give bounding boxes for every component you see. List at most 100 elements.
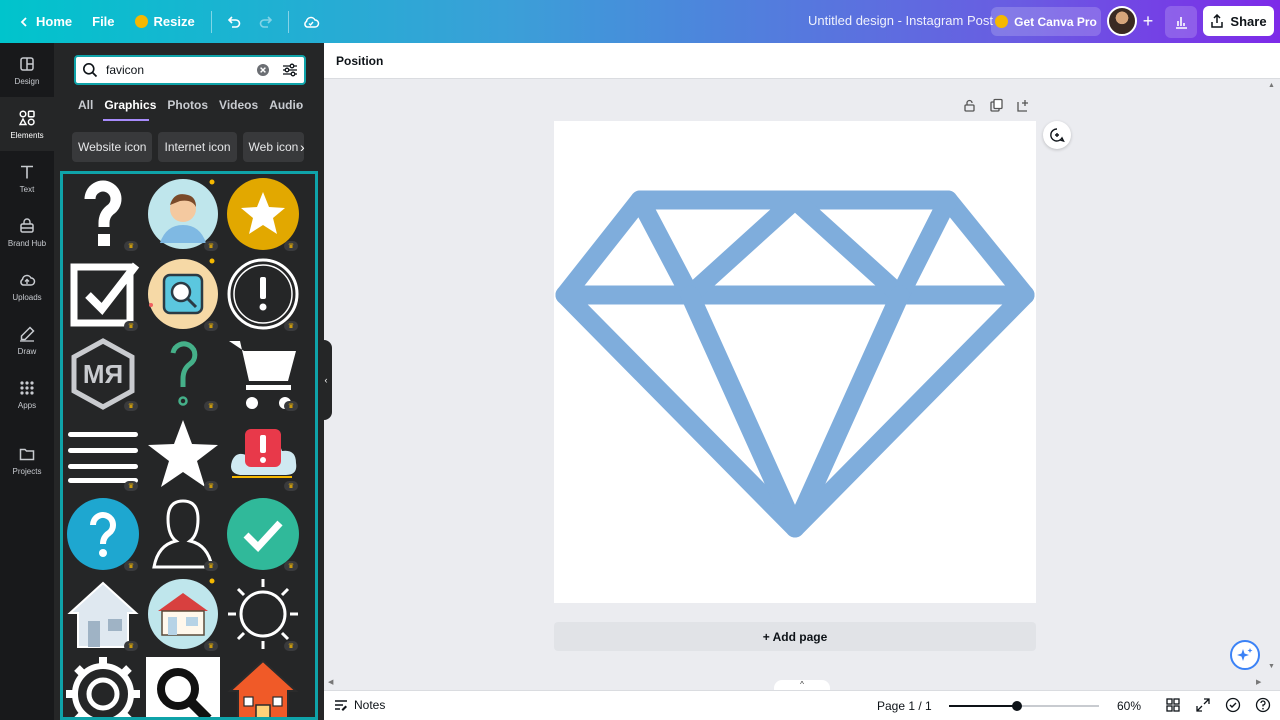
white-star-graphic[interactable]	[146, 417, 220, 491]
help-icon[interactable]	[1255, 697, 1271, 713]
rail-label: Brand Hub	[7, 238, 47, 248]
comment-add-button[interactable]	[1043, 121, 1071, 149]
alert-cloud-graphic[interactable]	[226, 417, 300, 491]
get-pro-label: Get Canva Pro	[1014, 14, 1097, 29]
search-icon-graphic[interactable]	[146, 657, 220, 717]
tab-videos[interactable]: Videos	[219, 98, 258, 112]
crown-icon: ♛	[284, 321, 298, 331]
scroll-up-arrow[interactable]: ▲	[1268, 82, 1275, 89]
tab-photos[interactable]: Photos	[167, 98, 208, 112]
green-check-graphic[interactable]	[226, 497, 300, 571]
chip-internet-icon[interactable]: Internet icon	[158, 132, 237, 162]
rail-item-projects[interactable]: Projects	[0, 433, 54, 487]
monogram-mr-graphic[interactable]: MЯ	[66, 337, 140, 411]
clear-icon[interactable]	[256, 63, 270, 77]
cloud-save-button[interactable]	[295, 6, 327, 38]
question-mark-graphic[interactable]	[66, 177, 140, 251]
toolbar-divider	[210, 10, 212, 33]
brand-hub-icon	[20, 217, 34, 233]
gear-graphic[interactable]	[66, 657, 140, 717]
file-menu[interactable]: File	[82, 6, 124, 38]
apps-icon	[20, 380, 34, 395]
blue-question-graphic[interactable]	[66, 497, 140, 571]
rail-item-elements[interactable]: Elements	[0, 97, 54, 151]
zoom-slider-fill	[949, 705, 1017, 707]
rail-item-brand-hub[interactable]: Brand Hub	[0, 205, 54, 259]
exclamation-circle-graphic[interactable]	[226, 257, 300, 331]
crown-icon: ♛	[124, 401, 138, 411]
magic-assistant-button[interactable]	[1230, 640, 1260, 670]
position-button[interactable]: Position	[336, 54, 383, 68]
rail-label: Elements	[10, 130, 44, 140]
design-page[interactable]	[554, 121, 1036, 603]
redo-button[interactable]	[250, 6, 282, 38]
lock-icon[interactable]	[962, 98, 977, 113]
add-page-icon[interactable]	[1016, 98, 1031, 113]
magnifier-app-graphic[interactable]	[146, 257, 220, 331]
rail-item-text[interactable]: Text	[0, 151, 54, 205]
sun-outline-graphic[interactable]	[226, 577, 300, 651]
add-page-button[interactable]: + Add page	[554, 622, 1036, 651]
man-avatar-graphic[interactable]	[146, 177, 220, 251]
tab-graphics[interactable]: Graphics	[104, 98, 156, 112]
share-button[interactable]: Share	[1203, 6, 1274, 36]
svg-text:MЯ: MЯ	[83, 359, 123, 389]
rail-item-design[interactable]: Design	[0, 43, 54, 97]
sparkle-icon	[1237, 648, 1253, 661]
fullscreen-icon[interactable]	[1195, 697, 1211, 713]
check-circle-icon[interactable]	[1225, 697, 1241, 713]
resize-label: Resize	[153, 14, 195, 29]
zoom-level[interactable]: 60%	[1117, 699, 1141, 713]
notes-button[interactable]: Notes	[334, 698, 385, 712]
crown-icon: ♛	[284, 561, 298, 571]
shopping-cart-graphic[interactable]	[226, 337, 300, 411]
get-canva-pro-button[interactable]: Get Canva Pro	[991, 7, 1101, 36]
results-tabs: All Graphics Photos Videos Audio	[78, 98, 303, 112]
show-pages-button[interactable]: ^	[774, 680, 830, 690]
crown-icon: ♛	[204, 241, 218, 251]
shop-building-graphic[interactable]	[146, 577, 220, 651]
rail-item-apps[interactable]: Apps	[0, 367, 54, 421]
scroll-right-arrow[interactable]: ▶	[1256, 678, 1261, 686]
chevron-right-icon[interactable]: ›	[296, 98, 300, 112]
grid-view-icon[interactable]	[1165, 697, 1181, 713]
green-question-graphic[interactable]	[146, 337, 220, 411]
diamond-outline-graphic[interactable]	[554, 121, 1036, 603]
toolbar-divider	[287, 10, 289, 33]
page-indicator[interactable]: Page 1 / 1	[877, 699, 932, 713]
collapse-panel-button[interactable]: ‹	[320, 340, 332, 420]
upload-share-icon	[1211, 14, 1224, 28]
tab-all[interactable]: All	[78, 98, 93, 112]
house-graphic[interactable]	[66, 577, 140, 651]
rail-label: Uploads	[12, 292, 42, 302]
crown-icon: ♛	[204, 481, 218, 491]
comment-plus-icon	[1050, 128, 1065, 143]
search-input[interactable]: favicon	[106, 63, 256, 77]
resize-button[interactable]: Resize	[125, 6, 205, 38]
menu-lines-graphic[interactable]	[66, 417, 140, 491]
filter-icon[interactable]	[282, 62, 298, 78]
zoom-slider[interactable]	[949, 701, 1099, 711]
chevron-right-icon[interactable]: ›	[300, 139, 305, 155]
star-badge-graphic[interactable]	[226, 177, 300, 251]
avatar[interactable]	[1107, 6, 1137, 36]
chip-web-icon[interactable]: Web icon	[242, 132, 305, 162]
scroll-down-arrow[interactable]: ▼	[1268, 663, 1275, 670]
scroll-left-arrow[interactable]: ◀	[328, 678, 333, 686]
rail-item-uploads[interactable]: Uploads	[0, 259, 54, 313]
document-title[interactable]: Untitled design - Instagram Post	[808, 13, 993, 28]
zoom-slider-handle[interactable]	[1011, 701, 1022, 711]
orange-house-graphic[interactable]	[226, 657, 300, 717]
duplicate-page-icon[interactable]	[989, 98, 1004, 113]
search-field[interactable]: favicon	[74, 55, 306, 85]
insights-button[interactable]	[1165, 6, 1197, 38]
undo-button[interactable]	[218, 6, 250, 38]
rail-item-draw[interactable]: Draw	[0, 313, 54, 367]
rail-label: Draw	[17, 346, 37, 356]
person-outline-graphic[interactable]	[146, 497, 220, 571]
add-collaborator-button[interactable]: +	[1137, 10, 1159, 32]
cloud-check-icon	[303, 16, 319, 28]
chip-website-icon[interactable]: Website icon	[72, 132, 153, 162]
checkbox-graphic[interactable]	[66, 257, 140, 331]
home-button[interactable]: Home	[8, 6, 82, 38]
